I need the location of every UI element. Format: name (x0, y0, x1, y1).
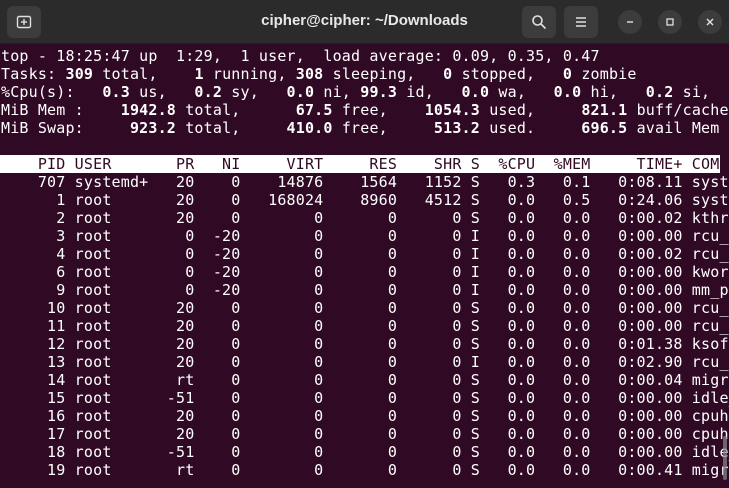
scrollbar-thumb[interactable] (723, 436, 727, 480)
process-row: 10 root 20 0 0 0 0 S 0.0 0.0 0:00.00 rcu… (1, 299, 729, 317)
process-row: 6 root 0 -20 0 0 0 I 0.0 0.0 0:00.00 kwo… (1, 263, 729, 281)
search-icon (532, 15, 547, 30)
title-bar: cipher@cipher: ~/Downloads (0, 0, 729, 44)
minimize-icon (627, 21, 633, 23)
new-tab-button[interactable] (7, 6, 41, 38)
process-row: 14 root rt 0 0 0 0 S 0.0 0.0 0:00.04 mig… (1, 371, 729, 389)
swap-line: MiB Swap: 923.2 total, 410.0 free, 513.2… (1, 119, 720, 137)
process-row: 17 root 20 0 0 0 0 S 0.0 0.0 0:00.00 cpu… (1, 425, 729, 443)
process-row: 15 root -51 0 0 0 0 S 0.0 0.0 0:00.00 id… (1, 389, 729, 407)
close-icon (706, 18, 714, 26)
process-row: 11 root 20 0 0 0 0 S 0.0 0.0 0:00.00 rcu… (1, 317, 729, 335)
process-row: 707 systemd+ 20 0 14876 1564 1152 S 0.3 … (1, 173, 729, 191)
maximize-icon (666, 18, 674, 26)
maximize-button[interactable] (658, 10, 682, 34)
process-row: 13 root 20 0 0 0 0 I 0.0 0.0 0:02.90 rcu… (1, 353, 729, 371)
mem-line: MiB Mem : 1942.8 total, 67.5 free, 1054.… (1, 101, 729, 119)
process-row: 19 root rt 0 0 0 0 S 0.0 0.0 0:00.41 mig… (1, 461, 729, 479)
search-button[interactable] (522, 6, 556, 38)
process-row: 4 root 0 -20 0 0 0 I 0.0 0.0 0:00.02 rcu… (1, 245, 729, 263)
process-row: 1 root 20 0 168024 8960 4512 S 0.0 0.5 0… (1, 191, 729, 209)
process-row: 16 root 20 0 0 0 0 S 0.0 0.0 0:00.00 cpu… (1, 407, 729, 425)
close-button[interactable] (698, 10, 722, 34)
process-row: 12 root 20 0 0 0 0 S 0.0 0.0 0:01.38 kso… (1, 335, 729, 353)
process-row: 18 root -51 0 0 0 0 S 0.0 0.0 0:00.00 id… (1, 443, 729, 461)
new-tab-icon (16, 15, 32, 29)
process-row: 9 root 0 -20 0 0 0 I 0.0 0.0 0:00.00 mm_… (1, 281, 729, 299)
hamburger-menu-icon (576, 17, 586, 27)
uptime-line: top - 18:25:47 up 1:29, 1 user, load ave… (1, 47, 600, 65)
cpu-line: %Cpu(s): 0.3 us, 0.2 sy, 0.0 ni, 99.3 id… (1, 83, 729, 101)
menu-button[interactable] (564, 6, 598, 38)
tasks-line: Tasks: 309 total, 1 running, 308 sleepin… (1, 65, 637, 83)
process-table-header: PID USER PR NI VIRT RES SHR S %CPU %MEM … (0, 155, 729, 173)
column-headers: PID USER PR NI VIRT RES SHR S %CPU %MEM … (1, 155, 729, 173)
process-row: 2 root 20 0 0 0 0 S 0.0 0.0 0:00.02 kthr… (1, 209, 729, 227)
terminal-output[interactable]: top - 18:25:47 up 1:29, 1 user, load ave… (0, 44, 729, 488)
minimize-button[interactable] (618, 10, 642, 34)
process-row: 3 root 0 -20 0 0 0 I 0.0 0.0 0:00.00 rcu… (1, 227, 729, 245)
